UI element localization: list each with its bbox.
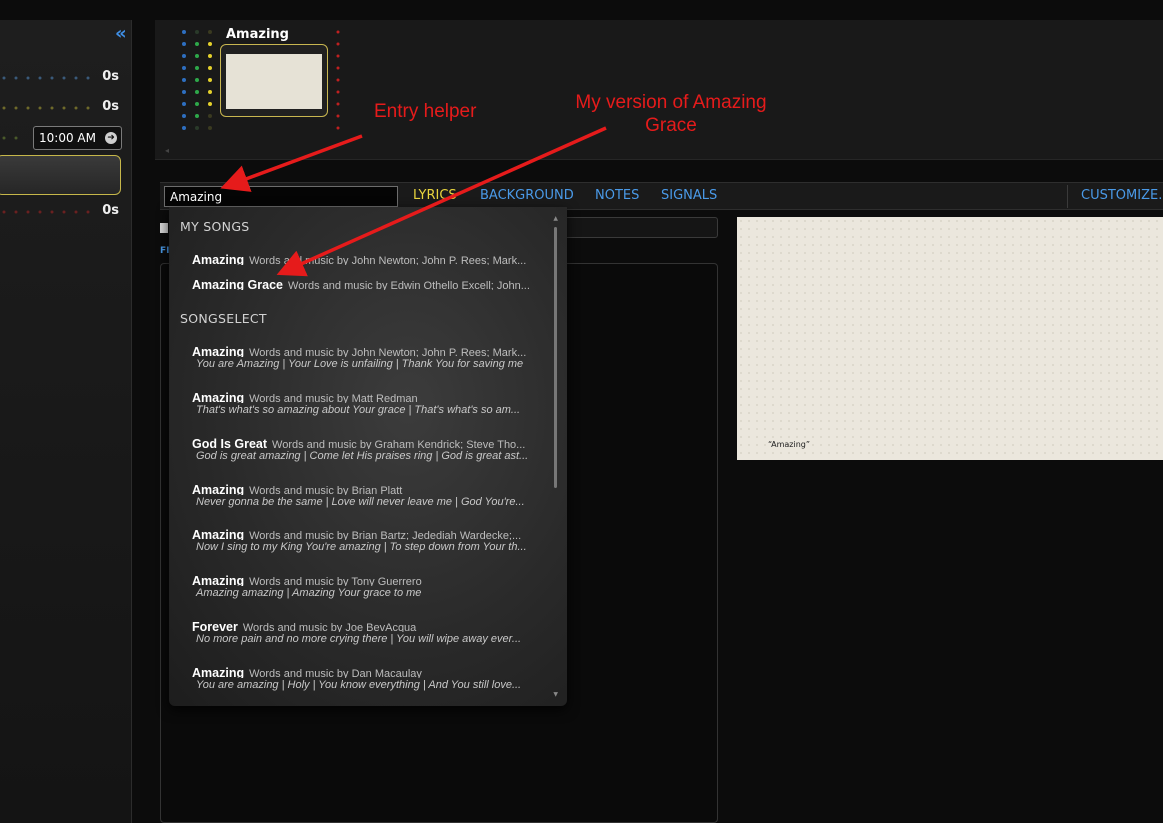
songselect-item[interactable]: Amazing Words and music by John Newton; J… [192, 341, 537, 374]
songselect-item[interactable]: Amazing Words and music by Dan Macaulay Y… [192, 662, 537, 695]
song-credit: Words and music by Edwin Othello Excell;… [288, 280, 530, 290]
collapse-icon[interactable]: « [115, 24, 127, 44]
song-title: Amazing [192, 483, 245, 495]
song-credit: Words and music by John Newton; John P. … [249, 255, 527, 265]
songselect-item[interactable]: Amazing Words and music by Tony Guerrero … [192, 570, 537, 603]
song-snippet: You are amazing | Holy | You know everyt… [196, 679, 522, 691]
song-title: Amazing [192, 528, 245, 540]
dropdown-scrollbar[interactable] [554, 227, 557, 488]
song-snippet: Now I sing to my King You're amazing | T… [196, 541, 527, 553]
songselect-item[interactable]: Forever Words and music by Joe BevAcqua N… [192, 616, 537, 649]
level-meter-icon [336, 30, 340, 130]
songselect-item[interactable]: Amazing Words and music by Brian Bartz; J… [192, 524, 537, 557]
song-snippet: God is great amazing | Come let His prai… [196, 450, 529, 462]
scroll-up-icon[interactable]: ▲ [553, 215, 558, 222]
led-dots-icon [2, 136, 18, 140]
annotation-entry-helper: Entry helper [374, 101, 477, 122]
start-time-input[interactable]: 10:00 AM ➜ [33, 126, 122, 150]
tab-notes[interactable]: NOTES [595, 188, 639, 203]
slide-thumbnail[interactable] [220, 44, 328, 117]
editor-field[interactable] [560, 217, 718, 238]
song-credit: Words and music by Tony Guerrero [249, 576, 422, 586]
tab-signals[interactable]: SIGNALS [661, 188, 717, 203]
song-credit: Words and music by Dan Macaulay [249, 668, 422, 678]
level-meter-icon [182, 30, 186, 130]
my-song-item[interactable]: Amazing Words and music by John Newton; J… [192, 249, 537, 265]
level-meter-icon [195, 30, 199, 130]
left-panel: « 0s 0s 10:00 AM ➜ 0s [0, 20, 132, 823]
go-arrow-icon[interactable]: ➜ [105, 132, 117, 144]
song-title: God Is Great [192, 437, 268, 449]
song-credit: Words and music by Joe BevAcqua [242, 622, 417, 632]
song-search-input[interactable] [164, 186, 398, 207]
led-dots-icon [2, 76, 90, 80]
led-dots-icon [2, 210, 90, 214]
song-title: Amazing [192, 391, 245, 403]
song-credit: Words and music by Brian Bartz; Jedediah… [249, 530, 522, 540]
level-meter-icon [208, 30, 212, 130]
song-title: Amazing Grace [192, 278, 284, 290]
annotation-my-version: My version of Amazing Grace [575, 92, 767, 136]
timer-row[interactable]: 0s [0, 68, 132, 88]
my-song-item[interactable]: Amazing Grace Words and music by Edwin Ot… [192, 274, 537, 290]
tab-lyrics[interactable]: LYRICS [413, 188, 457, 203]
song-credit: Words and music by Graham Kendrick; Stev… [272, 439, 526, 449]
slide-preview: “Amazing” [737, 217, 1163, 460]
preview-caption: “Amazing” [768, 440, 810, 449]
song-title: Amazing [192, 253, 245, 265]
song-title: Forever [192, 620, 238, 632]
timer-row[interactable]: 0s [0, 98, 132, 118]
timer-value: 0s [102, 99, 119, 114]
toolbar-divider [1067, 185, 1068, 208]
my-songs-header: MY SONGS [180, 219, 250, 234]
slide-thumbnail-image [226, 54, 322, 109]
song-snippet: No more pain and no more crying there | … [196, 633, 522, 645]
slide-title: Amazing [226, 27, 289, 42]
songselect-item[interactable]: Amazing Words and music by Matt Redman Th… [192, 387, 537, 420]
editor-toolbar: LYRICS BACKGROUND NOTES SIGNALS CUSTOMIZ… [160, 182, 1163, 210]
active-cue-item[interactable] [0, 155, 121, 195]
song-credit: Words and music by John Newton; John P. … [249, 347, 527, 357]
songselect-item[interactable]: God Is Great Words and music by Graham Ke… [192, 433, 537, 466]
timer-row[interactable]: 0s [0, 202, 132, 222]
slide-filmstrip: Amazing ◂ [155, 20, 1163, 160]
songselect-header: SONGSELECT [180, 311, 267, 326]
song-snippet: Amazing amazing | Amazing Your grace to … [196, 587, 422, 599]
song-snippet: That's what's so amazing about Your grac… [196, 404, 521, 416]
song-search-dropdown[interactable]: MY SONGS Amazing Words and music by John … [169, 207, 567, 706]
songselect-item[interactable]: Amazing Words and music by Brian Platt Ne… [192, 479, 537, 512]
start-time-value: 10:00 AM [39, 131, 96, 145]
scroll-down-icon[interactable]: ▼ [553, 691, 558, 698]
tab-background[interactable]: BACKGROUND [480, 188, 574, 203]
song-snippet: Never gonna be the same | Love will neve… [196, 496, 525, 508]
song-title: Amazing [192, 345, 245, 357]
song-title: Amazing [192, 574, 245, 586]
song-credit: Words and music by Brian Platt [249, 485, 403, 495]
scroll-left-icon[interactable]: ◂ [165, 146, 169, 155]
tab-customize[interactable]: CUSTOMIZE. [1081, 188, 1162, 203]
song-snippet: You are Amazing | Your Love is unfailing… [196, 358, 524, 370]
timer-value: 0s [102, 203, 119, 218]
timer-value: 0s [102, 69, 119, 84]
option-checkbox[interactable] [160, 223, 168, 233]
led-dots-icon [2, 106, 90, 110]
song-credit: Words and music by Matt Redman [249, 393, 418, 403]
song-title: Amazing [192, 666, 245, 678]
